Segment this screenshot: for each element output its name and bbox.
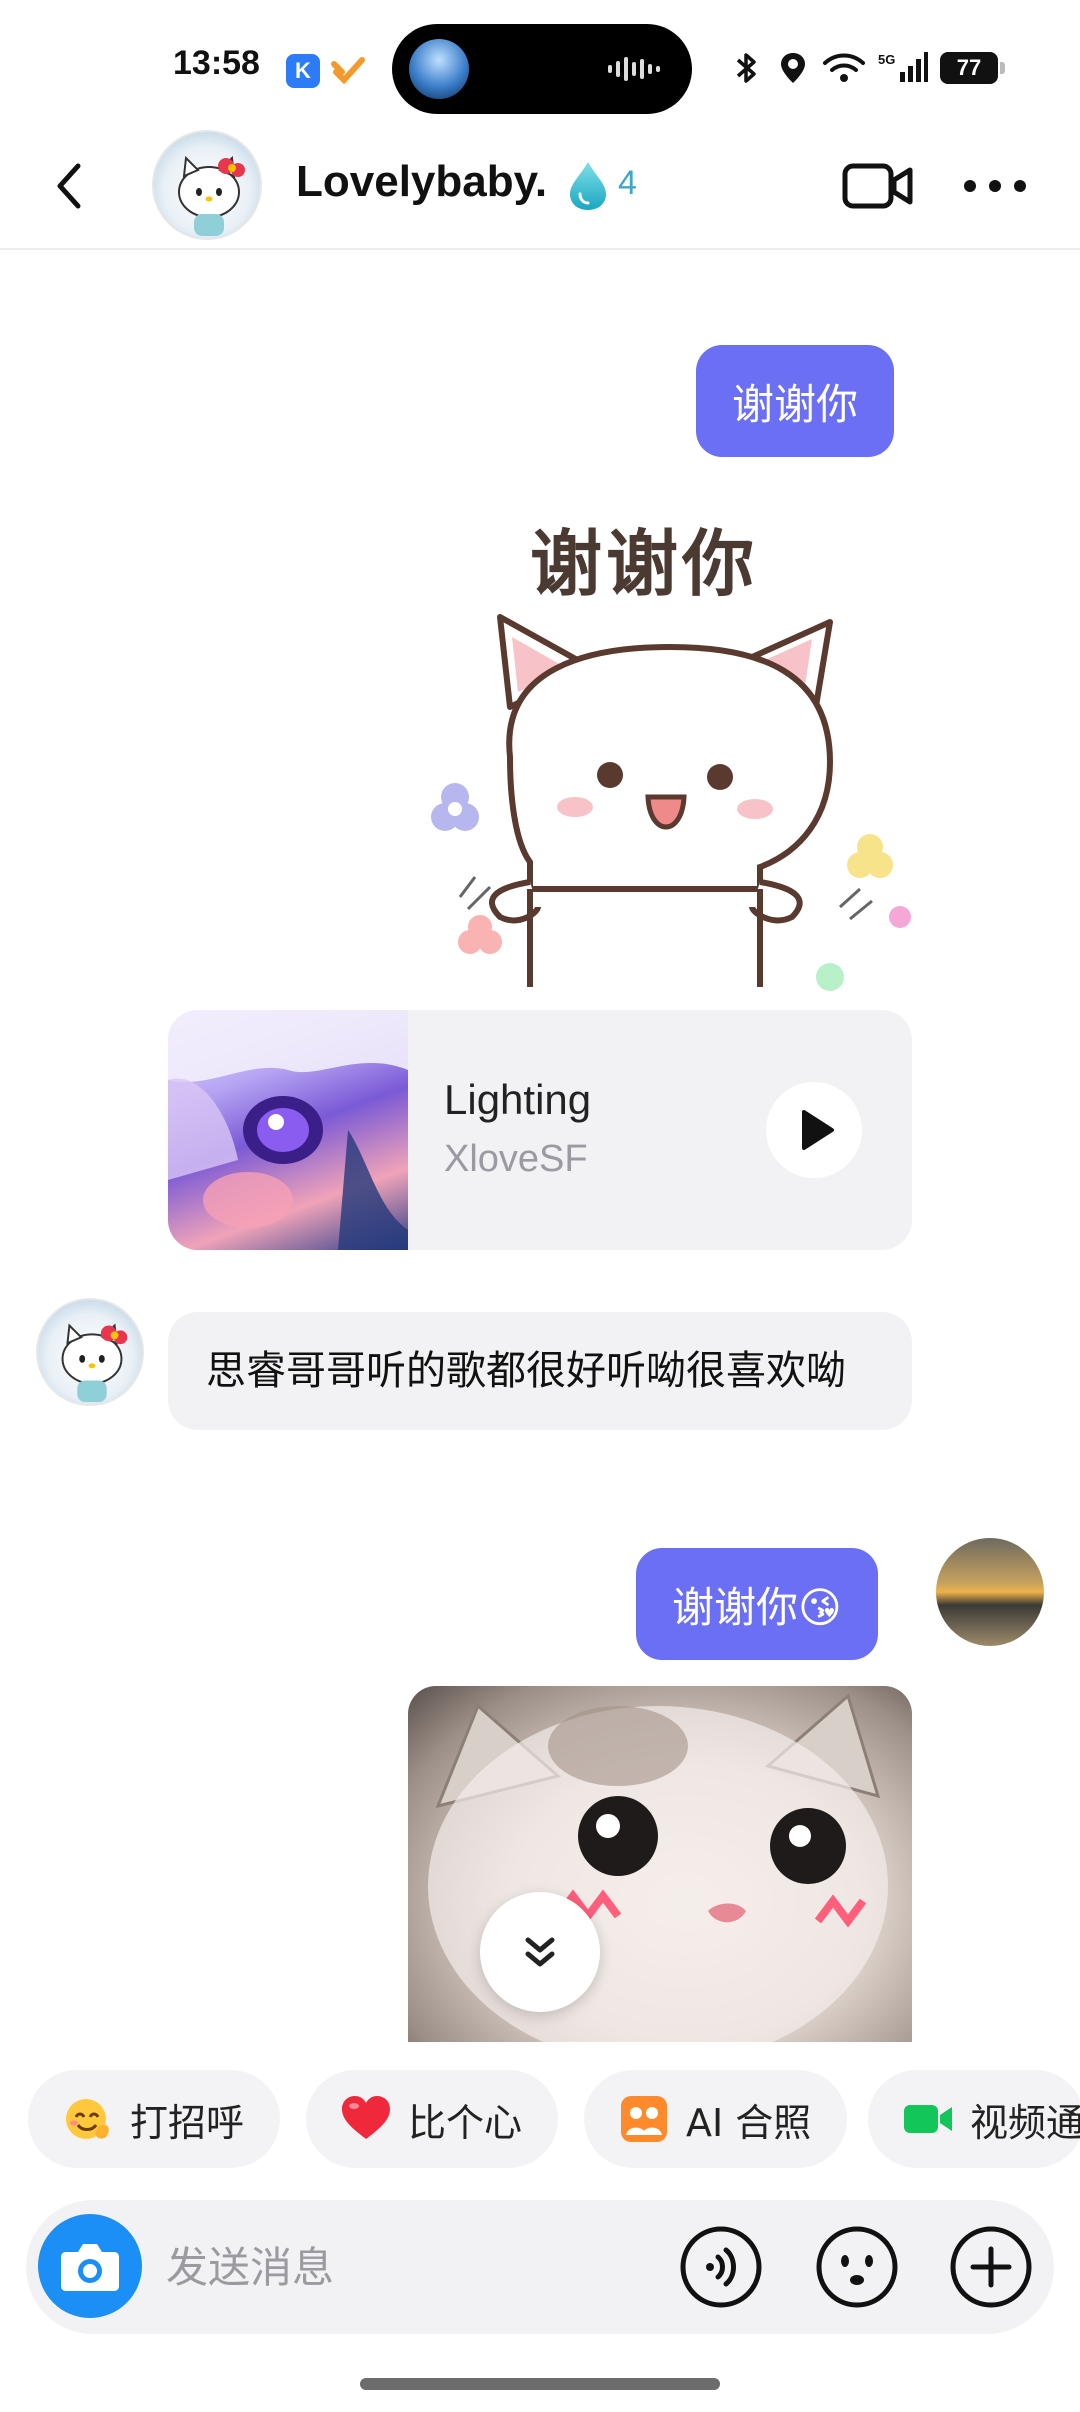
contact-avatar[interactable]: [152, 130, 262, 240]
location-icon: [781, 53, 805, 83]
quick-reply-say-hi[interactable]: 打招呼: [28, 2070, 281, 2168]
wifi-icon: [823, 53, 865, 82]
play-button[interactable]: [766, 1082, 862, 1178]
quick-reply-bar[interactable]: 打招呼 比个心 AI 合照 视频通: [0, 2070, 1080, 2174]
quick-reply-heart[interactable]: 比个心: [306, 2070, 559, 2168]
status-time: 13:58: [173, 44, 260, 82]
quick-reply-label: 打招呼: [130, 2100, 245, 2145]
cellular-signal-icon: 5G: [878, 52, 928, 82]
anime-cover-art: [168, 1010, 408, 1250]
chat-header: Lovelybaby. 4: [0, 130, 1080, 250]
quick-reply-label: 视频通: [970, 2100, 1080, 2145]
emoji-icon[interactable]: [814, 2224, 900, 2310]
bluetooth-icon: [736, 53, 756, 83]
album-cover: [168, 1010, 408, 1250]
ai-photo-icon: [621, 2096, 667, 2142]
back-arrow-icon[interactable]: [50, 156, 90, 216]
voice-message-icon[interactable]: [678, 2224, 764, 2310]
quick-reply-label: AI 合照: [686, 2100, 812, 2145]
outgoing-message[interactable]: 谢谢你: [696, 345, 895, 457]
battery-indicator: 77: [940, 52, 1005, 84]
video-chip-icon: [904, 2105, 952, 2133]
music-share-card[interactable]: Lighting XloveSF: [168, 1010, 912, 1250]
plus-icon[interactable]: [948, 2224, 1034, 2310]
status-icons: 5G 77: [730, 48, 1005, 88]
streak-count: 4: [618, 164, 637, 202]
audio-wave-icon: [608, 57, 660, 81]
song-title: Lighting: [444, 1076, 592, 1123]
app-notification-icon: [331, 57, 365, 85]
message-composer: [26, 2200, 1054, 2334]
network-type-label: 5G: [878, 52, 895, 67]
my-avatar[interactable]: [936, 1538, 1044, 1646]
video-call-icon[interactable]: [842, 160, 914, 212]
dynamic-island[interactable]: [392, 24, 692, 114]
wave-emoji-icon: [66, 2099, 109, 2139]
quick-reply-video-call[interactable]: 视频通: [868, 2070, 1080, 2168]
chat-messages[interactable]: 谢谢你 谢谢你 Lighting XloveSF 思睿哥哥听的歌都很好听呦很喜欢…: [0, 252, 1080, 2042]
heart-icon: [342, 2096, 390, 2139]
water-drop-icon: [570, 162, 606, 210]
contact-message-avatar[interactable]: [36, 1298, 144, 1406]
camera-icon: [61, 2244, 119, 2291]
home-indicator[interactable]: [360, 2378, 720, 2390]
hello-kitty-avatar-art: [178, 155, 245, 236]
song-artist: XloveSF: [444, 1138, 588, 1180]
quick-reply-label: 比个心: [408, 2100, 523, 2145]
k-app-icon: K: [286, 54, 320, 88]
scroll-to-bottom-button[interactable]: [480, 1892, 600, 2012]
play-icon: [802, 1110, 834, 1150]
message-input[interactable]: [166, 2230, 666, 2304]
contact-name[interactable]: Lovelybaby.: [296, 157, 547, 207]
incoming-message[interactable]: 思睿哥哥听的歌都很好听呦很喜欢呦: [168, 1312, 912, 1430]
camera-button[interactable]: [38, 2214, 142, 2318]
outgoing-message[interactable]: 谢谢你😘: [636, 1548, 878, 1660]
more-icon[interactable]: [962, 176, 1028, 196]
double-chevron-down-icon: [525, 1937, 555, 1967]
now-playing-artwork: [409, 39, 469, 99]
quick-reply-ai-photo[interactable]: AI 合照: [584, 2070, 848, 2168]
hello-kitty-avatar-art: [61, 1323, 128, 1403]
status-bar: 13:58 K 5G 77: [0, 0, 1080, 130]
